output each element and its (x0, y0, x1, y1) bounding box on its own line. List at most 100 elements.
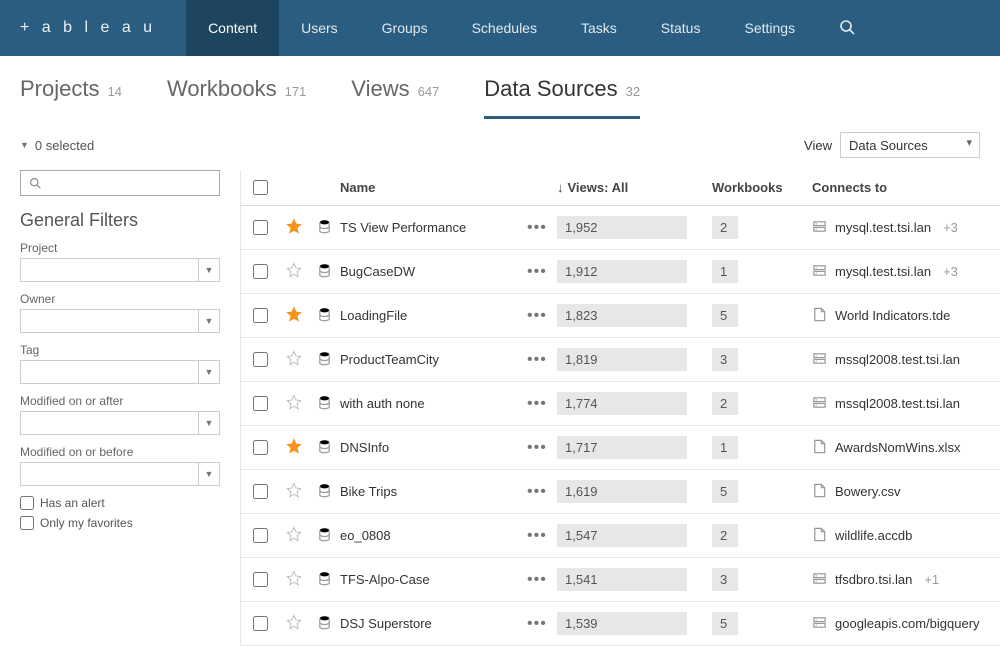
datasource-name-link[interactable]: LoadingFile (340, 308, 407, 323)
col-name[interactable]: Name (340, 180, 375, 195)
favorite-star-icon[interactable] (286, 394, 302, 413)
row-actions-menu[interactable]: ••• (519, 253, 549, 291)
datasource-icon (317, 483, 332, 501)
tab-data-sources[interactable]: Data Sources32 (484, 76, 640, 119)
filter-check-has-an-alert[interactable]: Has an alert (20, 496, 220, 510)
col-views[interactable]: ↓Views: All (549, 170, 704, 205)
sidebar-filters: General Filters Project▼Owner▼Tag▼Modifi… (0, 170, 240, 646)
row-checkbox[interactable] (253, 572, 268, 587)
favorite-star-icon[interactable] (286, 570, 302, 589)
nav-groups[interactable]: Groups (360, 0, 450, 56)
filter-check-only-my-favorites[interactable]: Only my favorites (20, 516, 220, 530)
filter-dropdown-toggle[interactable]: ▼ (198, 411, 220, 435)
table-row: TS View Performance•••1,9522mysql.test.t… (241, 206, 1000, 250)
row-actions-menu[interactable]: ••• (519, 605, 549, 643)
nav-status[interactable]: Status (639, 0, 723, 56)
datasource-name-link[interactable]: DNSInfo (340, 440, 389, 455)
table-row: LoadingFile•••1,8235World Indicators.tde (241, 294, 1000, 338)
row-actions-menu[interactable]: ••• (519, 517, 549, 555)
datasource-name-link[interactable]: BugCaseDW (340, 264, 415, 279)
connection-type-icon (812, 483, 827, 501)
row-checkbox[interactable] (253, 616, 268, 631)
filter-dropdown-toggle[interactable]: ▼ (198, 309, 220, 333)
favorite-star-icon[interactable] (286, 526, 302, 545)
connection-name: mysql.test.tsi.lan (835, 220, 931, 235)
nav-settings[interactable]: Settings (722, 0, 817, 56)
view-selector: View Data Sources (804, 132, 980, 158)
row-actions-menu[interactable]: ••• (519, 429, 549, 467)
row-actions-menu[interactable]: ••• (519, 385, 549, 423)
filter-search-input[interactable] (20, 170, 220, 196)
row-checkbox[interactable] (253, 440, 268, 455)
row-checkbox[interactable] (253, 528, 268, 543)
tab-workbooks[interactable]: Workbooks171 (167, 76, 306, 116)
col-connects[interactable]: Connects to (804, 170, 1000, 205)
table-row: TFS-Alpo-Case•••1,5413tfsdbro.tsi.lan+1 (241, 558, 1000, 602)
selection-count-dropdown[interactable]: ▼ 0 selected (20, 138, 94, 153)
filter-project-input[interactable] (20, 258, 198, 282)
nav-tasks[interactable]: Tasks (559, 0, 639, 56)
row-checkbox[interactable] (253, 264, 268, 279)
views-count: 1,774 (557, 392, 687, 415)
nav-users[interactable]: Users (279, 0, 360, 56)
filter-owner-input[interactable] (20, 309, 198, 333)
search-icon (839, 19, 855, 35)
favorite-star-icon[interactable] (286, 438, 302, 457)
workbooks-count: 1 (712, 260, 738, 283)
favorite-star-icon[interactable] (286, 306, 302, 325)
view-select[interactable]: Data Sources (840, 132, 980, 158)
row-checkbox[interactable] (253, 352, 268, 367)
filter-modified-on-or-after-input[interactable] (20, 411, 198, 435)
connection-type-icon (812, 439, 827, 457)
filter-label: Modified on or after (20, 394, 220, 408)
filter-label: Owner (20, 292, 220, 306)
nav-schedules[interactable]: Schedules (450, 0, 559, 56)
selection-count-text: 0 selected (35, 138, 94, 153)
data-sources-table: Name ↓Views: All Workbooks Connects to T… (240, 170, 1000, 646)
row-checkbox[interactable] (253, 484, 268, 499)
datasource-name-link[interactable]: DSJ Superstore (340, 616, 432, 631)
row-actions-menu[interactable]: ••• (519, 297, 549, 335)
nav-items: ContentUsersGroupsSchedulesTasksStatusSe… (186, 0, 817, 56)
workbooks-count: 1 (712, 436, 738, 459)
datasource-name-link[interactable]: TS View Performance (340, 220, 466, 235)
workbooks-count: 2 (712, 524, 738, 547)
tab-projects[interactable]: Projects14 (20, 76, 122, 116)
datasource-name-link[interactable]: with auth none (340, 396, 425, 411)
row-actions-menu[interactable]: ••• (519, 473, 549, 511)
favorite-star-icon[interactable] (286, 614, 302, 633)
row-checkbox[interactable] (253, 308, 268, 323)
datasource-name-link[interactable]: eo_0808 (340, 528, 391, 543)
filter-dropdown-toggle[interactable]: ▼ (198, 360, 220, 384)
views-count: 1,819 (557, 348, 687, 371)
content-type-tabs: Projects14 Workbooks171 Views647 Data Sourc… (0, 56, 1000, 120)
workbooks-count: 5 (712, 304, 738, 327)
nav-content[interactable]: Content (186, 0, 279, 56)
filter-dropdown-toggle[interactable]: ▼ (198, 462, 220, 486)
row-checkbox[interactable] (253, 396, 268, 411)
col-workbooks[interactable]: Workbooks (704, 170, 804, 205)
row-checkbox[interactable] (253, 220, 268, 235)
main-area: General Filters Project▼Owner▼Tag▼Modifi… (0, 170, 1000, 646)
row-actions-menu[interactable]: ••• (519, 209, 549, 247)
favorite-star-icon[interactable] (286, 262, 302, 281)
favorite-star-icon[interactable] (286, 218, 302, 237)
favorite-star-icon[interactable] (286, 482, 302, 501)
datasource-name-link[interactable]: Bike Trips (340, 484, 397, 499)
datasource-name-link[interactable]: ProductTeamCity (340, 352, 439, 367)
tab-views[interactable]: Views647 (351, 76, 439, 116)
filter-modified-on-or-before-input[interactable] (20, 462, 198, 486)
search-button[interactable] (827, 19, 867, 38)
table-row: Bike Trips•••1,6195Bowery.csv (241, 470, 1000, 514)
select-all-checkbox[interactable] (241, 170, 279, 205)
datasource-name-link[interactable]: TFS-Alpo-Case (340, 572, 430, 587)
row-actions-menu[interactable]: ••• (519, 341, 549, 379)
row-actions-menu[interactable]: ••• (519, 561, 549, 599)
connection-name: wildlife.accdb (835, 528, 912, 543)
views-count: 1,952 (557, 216, 687, 239)
favorite-star-icon[interactable] (286, 350, 302, 369)
views-count: 1,539 (557, 612, 687, 635)
datasource-icon (317, 263, 332, 281)
filter-tag-input[interactable] (20, 360, 198, 384)
filter-dropdown-toggle[interactable]: ▼ (198, 258, 220, 282)
